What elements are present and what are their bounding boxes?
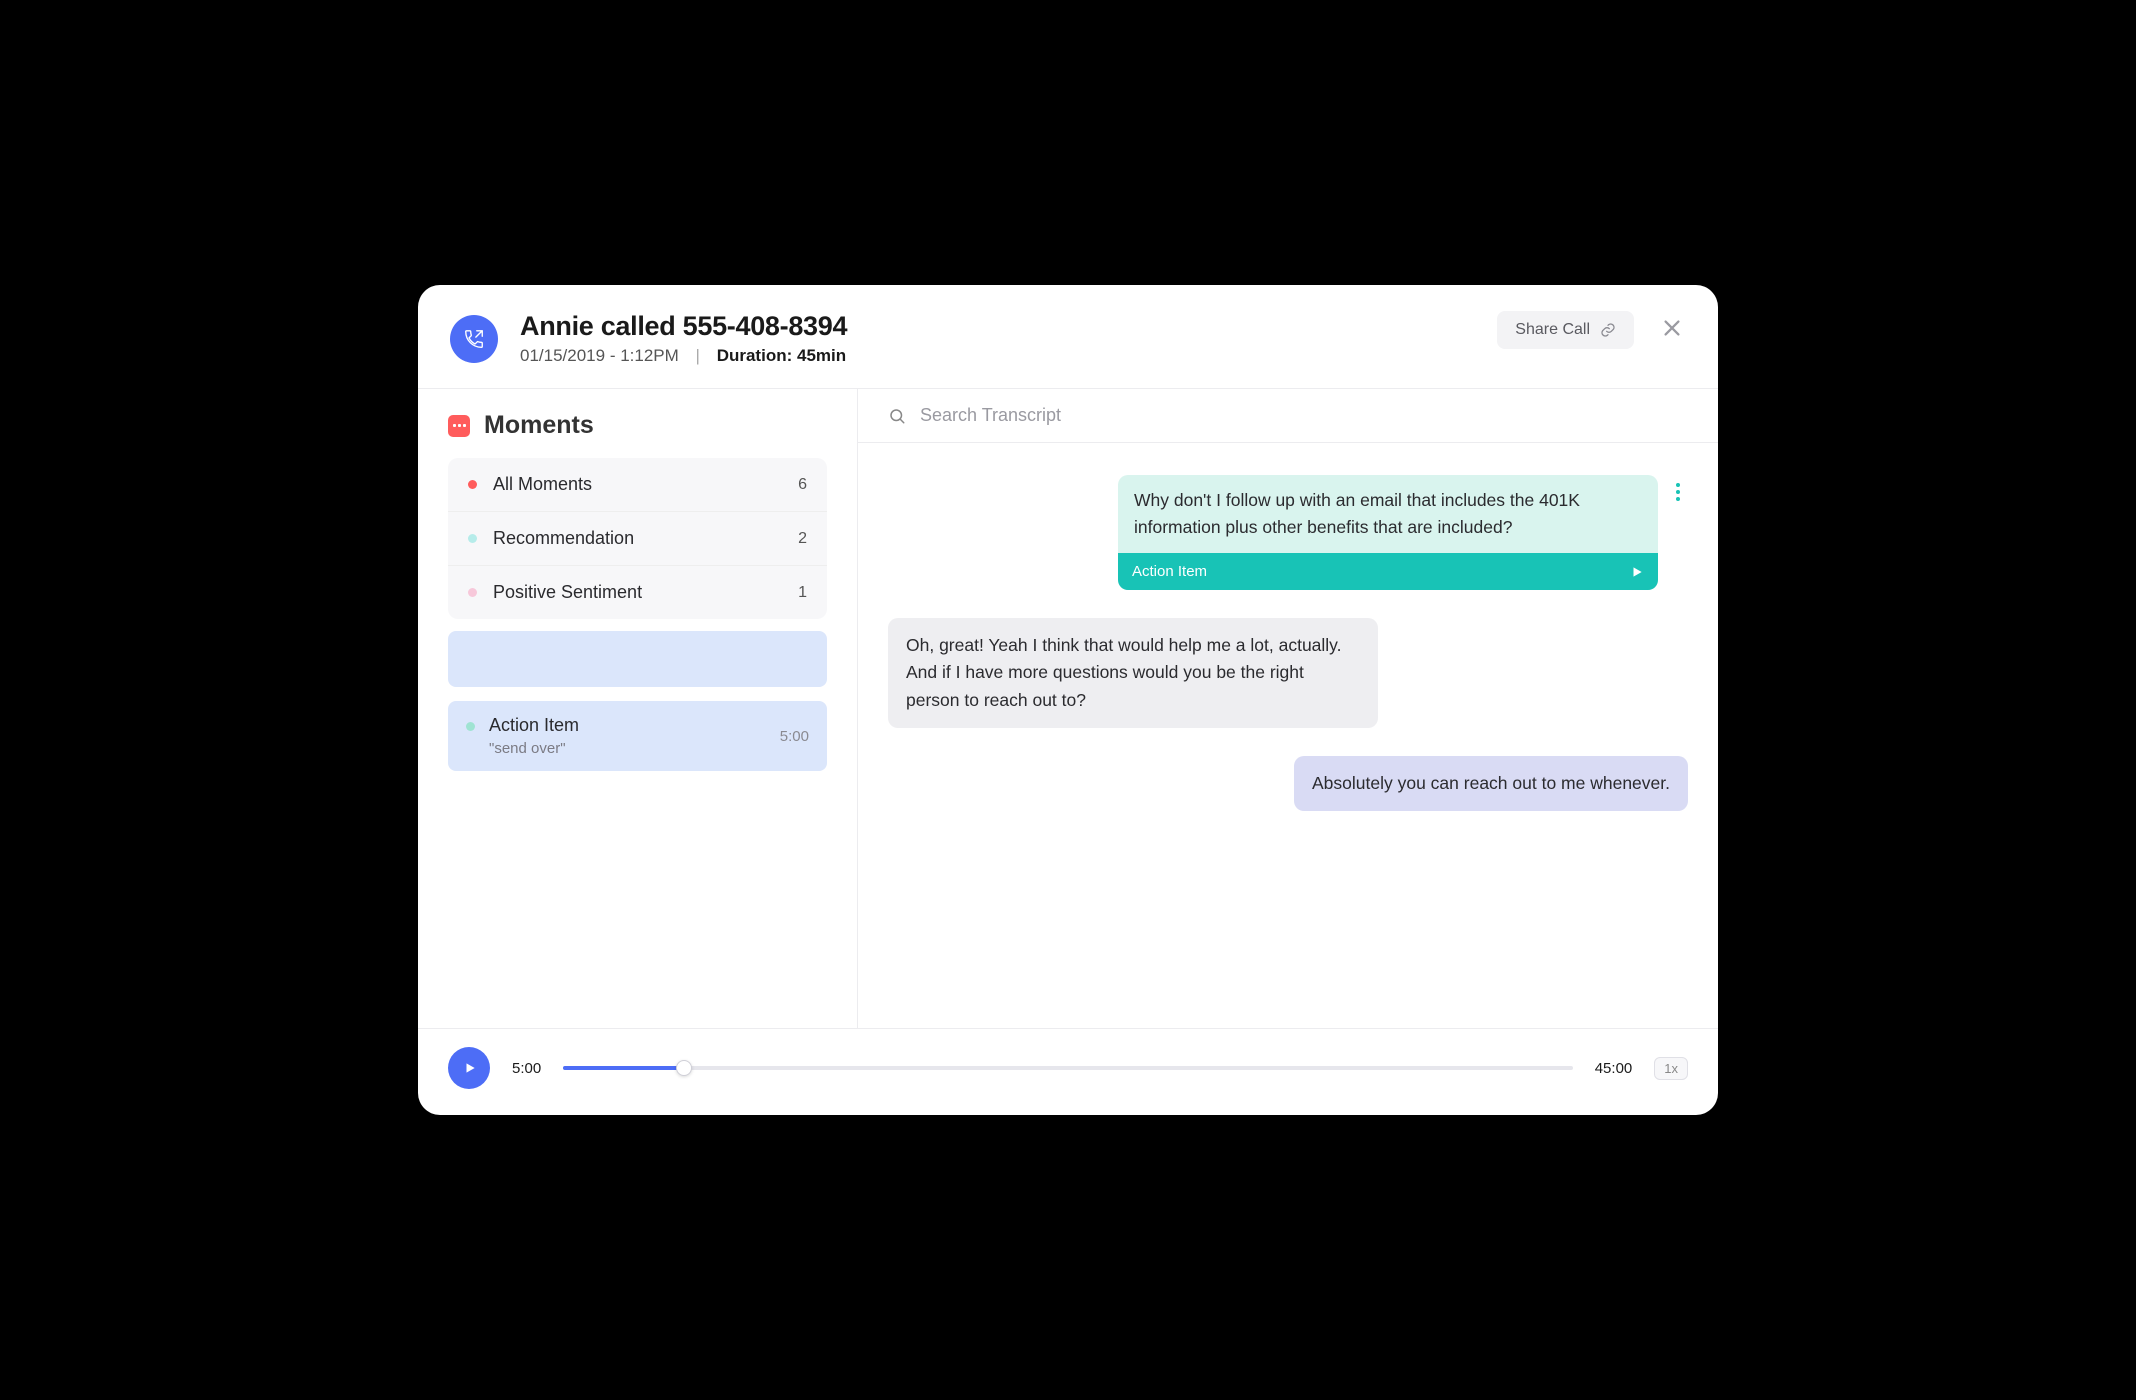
sidebar-title: Moments (484, 411, 594, 440)
action-item-timestamp: 5:00 (780, 728, 809, 745)
call-date: 01/15/2019 (520, 346, 605, 365)
highlight-text: Why don't I follow up with an email that… (1118, 475, 1658, 553)
playback-speed[interactable]: 1x (1654, 1057, 1688, 1080)
moment-card-placeholder[interactable] (448, 631, 827, 687)
call-time: 1:12PM (620, 346, 679, 365)
category-dot (468, 588, 477, 597)
share-label: Share Call (1515, 321, 1590, 339)
action-item-snippet: "send over" (489, 740, 780, 757)
search-transcript-input[interactable] (920, 405, 1688, 426)
message-bubble-self[interactable]: Absolutely you can reach out to me whene… (1294, 756, 1688, 811)
highlight-tag-label: Action Item (1132, 563, 1207, 580)
duration-value: 45min (797, 346, 846, 365)
seek-fill (563, 1066, 684, 1070)
outbound-call-icon (450, 315, 498, 363)
highlighted-moment[interactable]: Why don't I follow up with an email that… (1118, 475, 1658, 590)
header-actions: Share Call (1497, 311, 1686, 349)
message-more-menu[interactable] (1668, 475, 1688, 501)
transcript-message: Oh, great! Yeah I think that would help … (888, 618, 1688, 727)
body: Moments All Moments 6 Recommendation 2 P… (418, 389, 1718, 1028)
action-item-dot (466, 722, 475, 731)
audio-player: 5:00 45:00 1x (418, 1028, 1718, 1115)
category-dot (468, 480, 477, 489)
duration-label: Duration: (717, 346, 793, 365)
close-icon (1661, 317, 1683, 339)
call-transcript-window: Annie called 555-408-8394 01/15/2019 - 1… (418, 285, 1718, 1115)
play-icon (463, 1061, 477, 1075)
sidebar-title-row: Moments (448, 411, 827, 440)
category-dot (468, 534, 477, 543)
transcript-stream: Why don't I follow up with an email that… (858, 443, 1718, 1028)
moments-sidebar: Moments All Moments 6 Recommendation 2 P… (418, 389, 858, 1028)
highlight-tag-row[interactable]: Action Item (1118, 553, 1658, 590)
moment-category-list: All Moments 6 Recommendation 2 Positive … (448, 458, 827, 619)
category-label: Positive Sentiment (493, 582, 798, 603)
transcript-message: Why don't I follow up with an email that… (888, 475, 1688, 590)
link-icon (1600, 322, 1616, 338)
share-call-button[interactable]: Share Call (1497, 311, 1634, 349)
play-icon (1630, 565, 1644, 579)
seek-thumb[interactable] (676, 1060, 692, 1076)
search-row (858, 389, 1718, 443)
category-count: 2 (798, 530, 807, 548)
category-label: All Moments (493, 474, 798, 495)
call-meta: 01/15/2019 - 1:12PM | Duration: 45min (520, 346, 1475, 366)
close-button[interactable] (1658, 316, 1686, 344)
category-count: 1 (798, 584, 807, 602)
category-recommendation[interactable]: Recommendation 2 (448, 511, 827, 565)
action-item-label: Action Item (489, 715, 780, 736)
transcript-message: Absolutely you can reach out to me whene… (888, 756, 1688, 811)
category-all-moments[interactable]: All Moments 6 (448, 458, 827, 511)
moments-icon (448, 415, 470, 437)
category-count: 6 (798, 476, 807, 494)
category-positive-sentiment[interactable]: Positive Sentiment 1 (448, 565, 827, 619)
search-icon (888, 407, 906, 425)
header: Annie called 555-408-8394 01/15/2019 - 1… (418, 285, 1718, 389)
current-time: 5:00 (512, 1060, 541, 1077)
transcript-panel: Why don't I follow up with an email that… (858, 389, 1718, 1028)
play-button[interactable] (448, 1047, 490, 1089)
total-time: 45:00 (1595, 1060, 1633, 1077)
message-bubble-other[interactable]: Oh, great! Yeah I think that would help … (888, 618, 1378, 727)
header-text: Annie called 555-408-8394 01/15/2019 - 1… (520, 311, 1475, 366)
moment-card-action-item[interactable]: Action Item "send over" 5:00 (448, 701, 827, 771)
seek-track[interactable] (563, 1066, 1573, 1070)
call-title: Annie called 555-408-8394 (520, 311, 1475, 342)
category-label: Recommendation (493, 528, 798, 549)
